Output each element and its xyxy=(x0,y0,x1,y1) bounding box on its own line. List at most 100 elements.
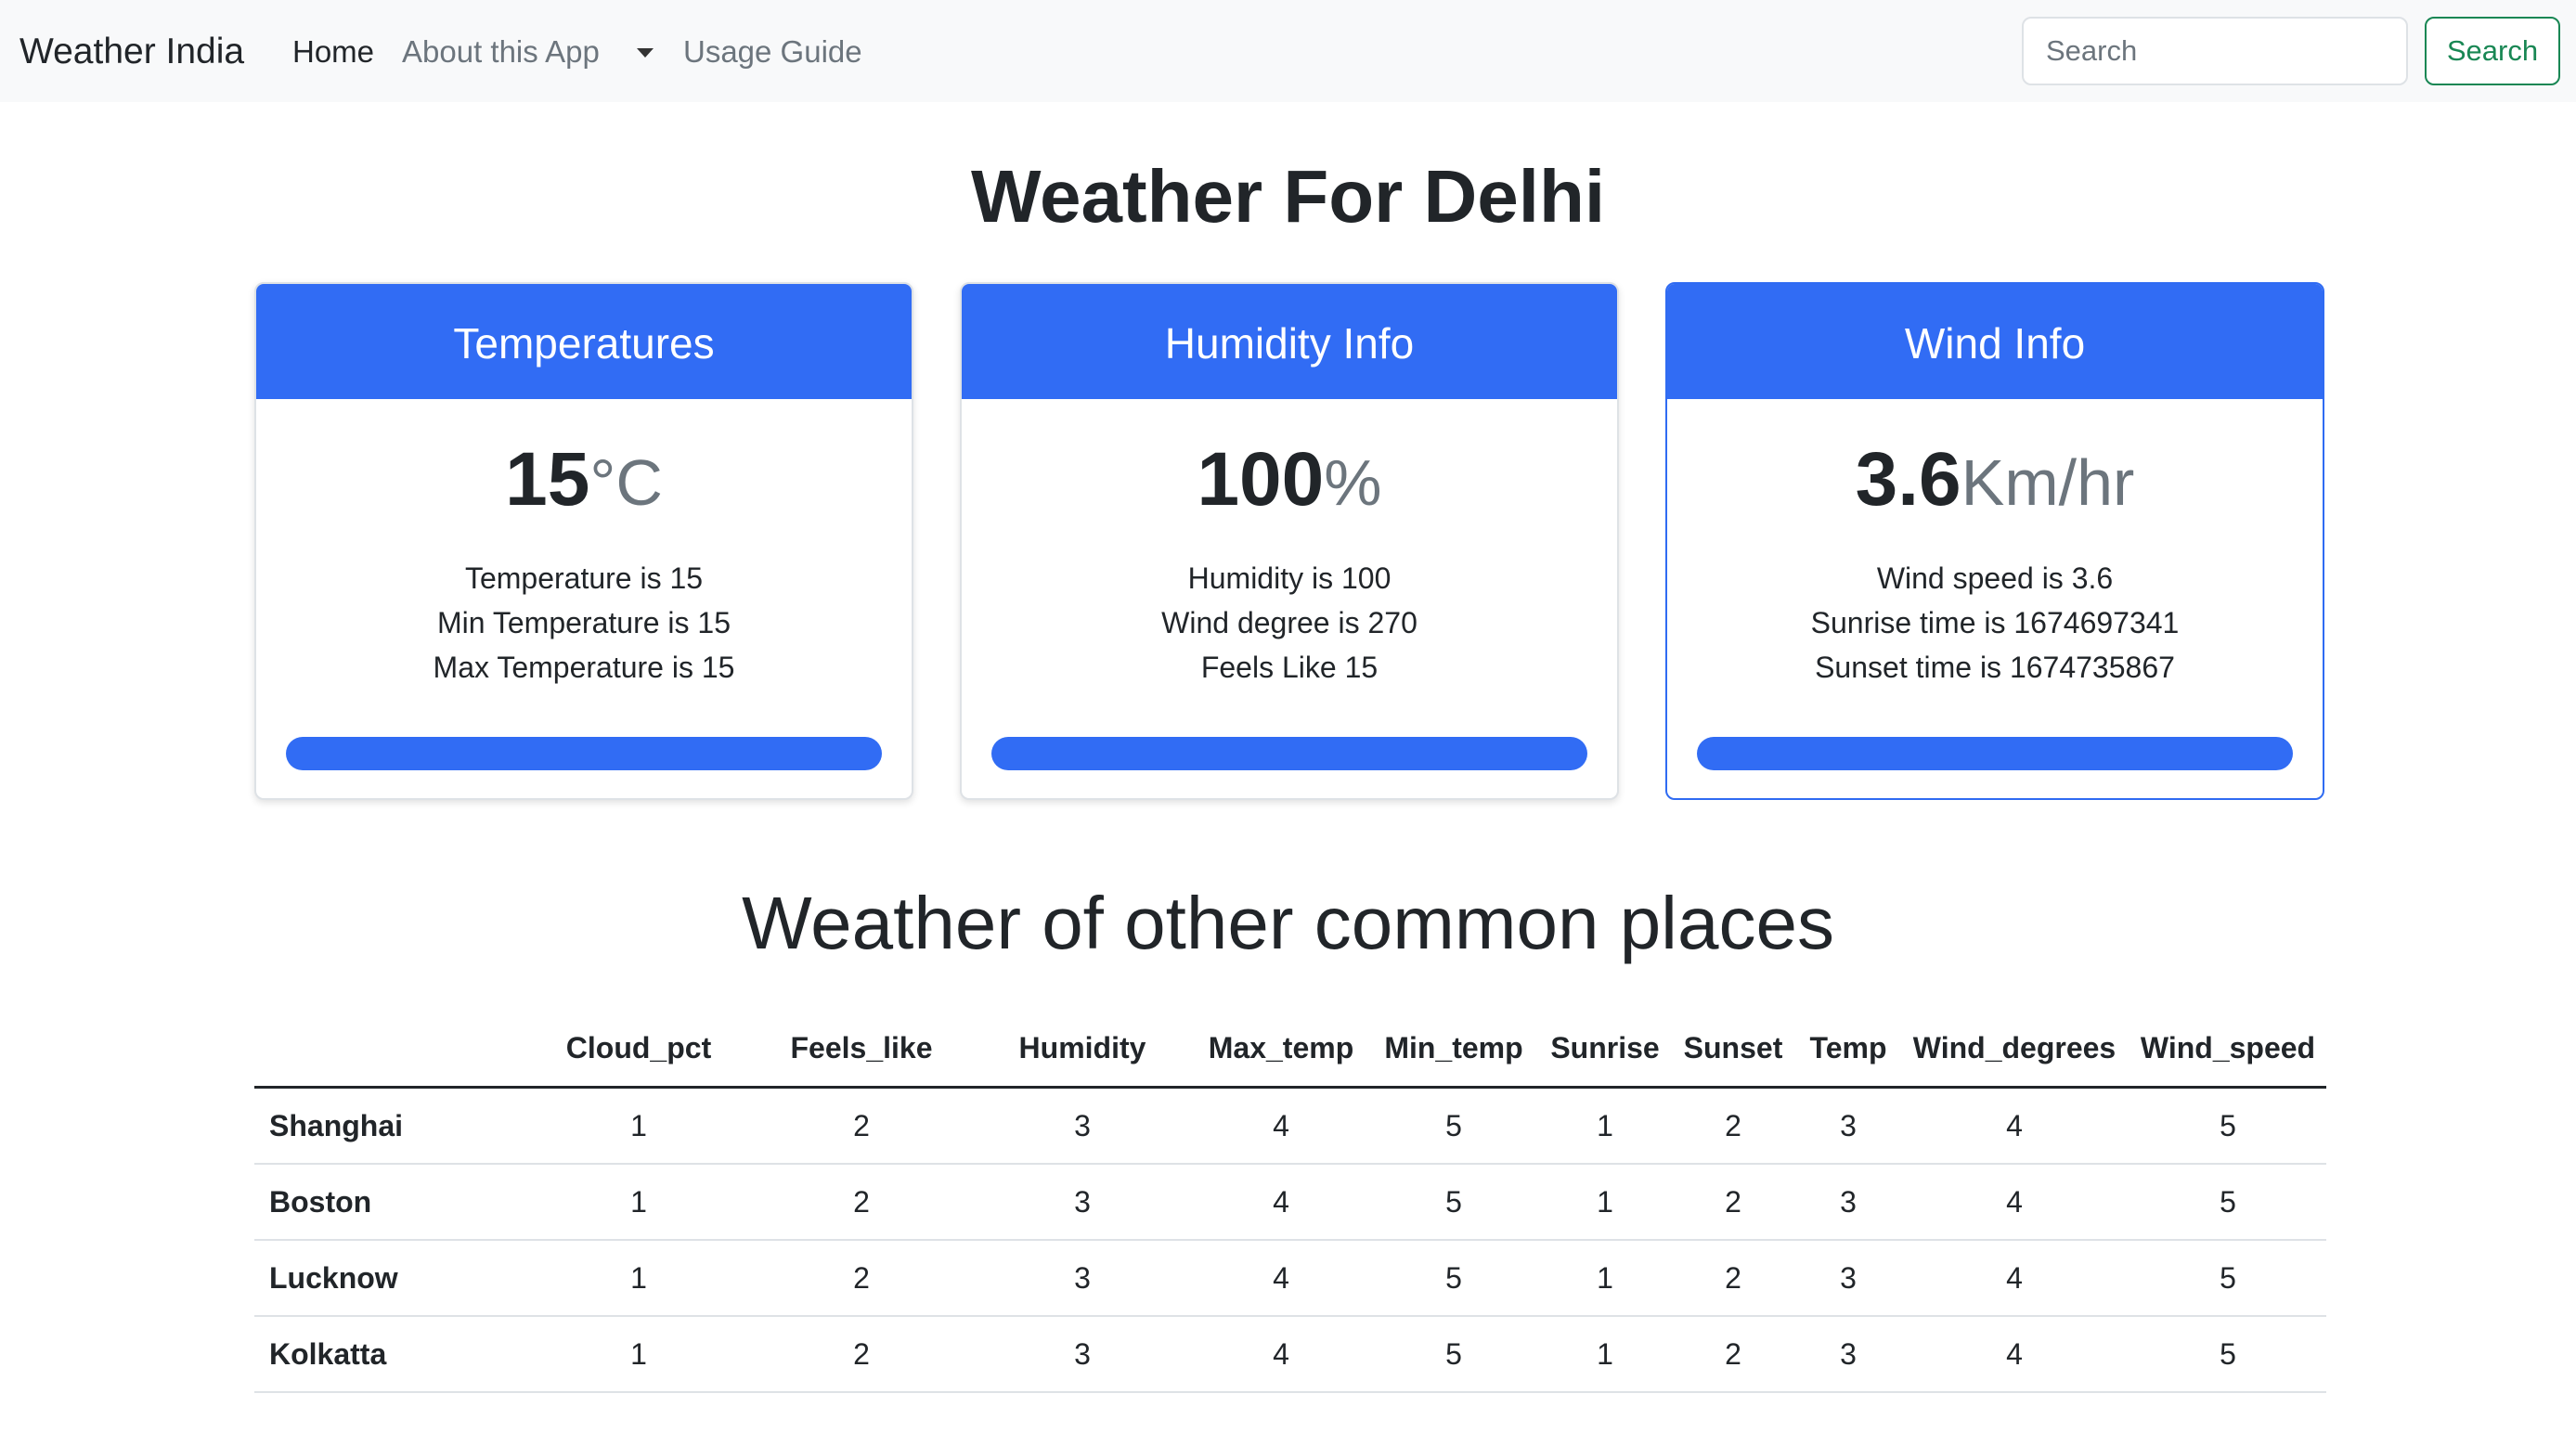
card-value-unit: % xyxy=(1324,446,1382,519)
table-header: Wind_degrees xyxy=(1899,1010,2129,1089)
page-title: Weather For Delhi xyxy=(970,155,1606,238)
nav-link-about[interactable]: About this App xyxy=(402,0,600,104)
card-header: Temperatures xyxy=(256,284,912,399)
table-cell: 4 xyxy=(1899,1316,2129,1393)
table-header: Feels_like xyxy=(754,1010,969,1089)
table-cell: 2 xyxy=(754,1164,969,1241)
card-value: 15°C xyxy=(256,432,912,530)
table-header: Humidity xyxy=(969,1010,1196,1089)
card-button[interactable] xyxy=(1697,737,2293,770)
humidity-card: Humidity Info 100% Humidity is 100 Wind … xyxy=(960,282,1619,800)
search-input[interactable] xyxy=(2022,17,2408,85)
card-detail-line: Temperature is 15 xyxy=(464,561,704,595)
table-cell: 5 xyxy=(2129,1240,2326,1317)
card-detail-line: Max Temperature is 15 xyxy=(433,651,735,684)
table-cell: 3 xyxy=(969,1087,1196,1165)
table-cell: 1 xyxy=(524,1240,754,1317)
table-cell: 3 xyxy=(969,1240,1196,1317)
card-detail-line: Sunrise time is 1674697341 xyxy=(1810,606,2180,639)
card-detail-line: Humidity is 100 xyxy=(1187,561,1392,595)
card-details: Temperature is 15 Min Temperature is 15 … xyxy=(256,556,912,690)
table-header: Temp xyxy=(1797,1010,1899,1089)
card-detail-line: Wind speed is 3.6 xyxy=(1876,561,2114,595)
weather-table: Cloud_pct Feels_like Humidity Max_temp M… xyxy=(254,1010,2326,1393)
table-cell: 2 xyxy=(1669,1240,1797,1317)
card-value-number: 3.6 xyxy=(1855,437,1961,522)
table-cell: 1 xyxy=(1541,1087,1669,1165)
table-cell: 3 xyxy=(969,1316,1196,1393)
table-cell: 5 xyxy=(2129,1164,2326,1241)
search-button[interactable]: Search xyxy=(2425,17,2560,85)
card-value: 100% xyxy=(962,432,1617,530)
table-cell: 4 xyxy=(1196,1316,1366,1393)
table-cell: 1 xyxy=(1541,1164,1669,1241)
table-header-row: Cloud_pct Feels_like Humidity Max_temp M… xyxy=(254,1010,2326,1089)
table-cell: 5 xyxy=(2129,1087,2326,1165)
nav-link-usage-guide[interactable]: Usage Guide xyxy=(683,0,862,104)
table-cell: 1 xyxy=(524,1164,754,1241)
card-value-unit: Km/hr xyxy=(1961,446,2135,519)
card-detail-line: Feels Like 15 xyxy=(1200,651,1379,684)
table-cell: 2 xyxy=(1669,1164,1797,1241)
card-detail-line: Wind degree is 270 xyxy=(1161,606,1417,639)
table-cell: 2 xyxy=(754,1316,969,1393)
table-cell: 3 xyxy=(1797,1316,1899,1393)
table-cell: 2 xyxy=(1669,1316,1797,1393)
table-cell: 5 xyxy=(1366,1240,1541,1317)
table-row: Boston 1 2 3 4 5 1 2 3 4 5 xyxy=(254,1164,2326,1241)
temperature-card: Temperatures 15°C Temperature is 15 Min … xyxy=(254,282,913,800)
table-cell: 1 xyxy=(524,1316,754,1393)
table-cell: 1 xyxy=(1541,1316,1669,1393)
navbar-brand[interactable]: Weather India xyxy=(19,0,244,104)
table-row: Lucknow 1 2 3 4 5 1 2 3 4 5 xyxy=(254,1240,2326,1317)
table-cell: 4 xyxy=(1899,1164,2129,1241)
nav-link-home[interactable]: Home xyxy=(292,0,374,104)
card-detail-line: Sunset time is 1674735867 xyxy=(1815,651,2175,684)
section-title: Weather of other common places xyxy=(742,882,1834,964)
table-cell: 4 xyxy=(1196,1240,1366,1317)
card-value-unit: °C xyxy=(589,446,663,519)
table-cell: 4 xyxy=(1196,1164,1366,1241)
card-button[interactable] xyxy=(991,737,1587,770)
table-header: Max_temp xyxy=(1196,1010,1366,1089)
table-cell: 2 xyxy=(1669,1087,1797,1165)
table-header xyxy=(254,1010,524,1089)
wind-card: Wind Info 3.6Km/hr Wind speed is 3.6 Sun… xyxy=(1665,282,2324,800)
table-header: Min_temp xyxy=(1366,1010,1541,1089)
table-header: Wind_speed xyxy=(2129,1010,2326,1089)
table-cell: 1 xyxy=(1541,1240,1669,1317)
card-value-number: 100 xyxy=(1197,437,1325,522)
table-cell: 3 xyxy=(969,1164,1196,1241)
table-header: Sunrise xyxy=(1541,1010,1669,1089)
table-cell: 3 xyxy=(1797,1087,1899,1165)
card-header: Wind Info xyxy=(1667,284,2323,399)
table-cell: 1 xyxy=(524,1087,754,1165)
table-cell: 5 xyxy=(1366,1087,1541,1165)
card-button[interactable] xyxy=(286,737,882,770)
table-row-header: Boston xyxy=(254,1164,524,1241)
table-cell: 5 xyxy=(1366,1164,1541,1241)
table-header: Cloud_pct xyxy=(524,1010,754,1089)
table-cell: 4 xyxy=(1899,1087,2129,1165)
table-cell: 2 xyxy=(754,1087,969,1165)
table-cell: 3 xyxy=(1797,1240,1899,1317)
caret-down-icon[interactable] xyxy=(637,48,654,58)
card-value-number: 15 xyxy=(505,437,590,522)
card-detail-line: Min Temperature is 15 xyxy=(437,606,731,639)
card-details: Wind speed is 3.6 Sunrise time is 167469… xyxy=(1667,556,2323,690)
table-row: Shanghai 1 2 3 4 5 1 2 3 4 5 xyxy=(254,1087,2326,1165)
card-value: 3.6Km/hr xyxy=(1667,432,2323,530)
table-cell: 4 xyxy=(1196,1087,1366,1165)
table-cell: 5 xyxy=(2129,1316,2326,1393)
card-header: Humidity Info xyxy=(962,284,1617,399)
table-cell: 3 xyxy=(1797,1164,1899,1241)
table-row: Kolkatta 1 2 3 4 5 1 2 3 4 5 xyxy=(254,1316,2326,1393)
table-row-header: Shanghai xyxy=(254,1087,524,1165)
card-details: Humidity is 100 Wind degree is 270 Feels… xyxy=(962,556,1617,690)
table-cell: 5 xyxy=(1366,1316,1541,1393)
table-row-header: Kolkatta xyxy=(254,1316,524,1393)
table-cell: 2 xyxy=(754,1240,969,1317)
table-cell: 4 xyxy=(1899,1240,2129,1317)
navbar: Weather India Home About this App Usage … xyxy=(0,0,2576,102)
table-header: Sunset xyxy=(1669,1010,1797,1089)
